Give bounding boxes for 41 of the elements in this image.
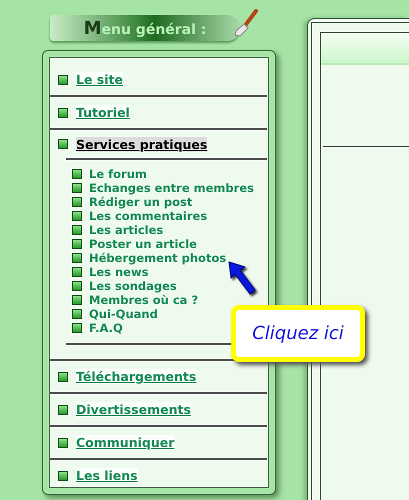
submenu-link[interactable]: Les sondages	[89, 279, 177, 293]
paintbrush-icon	[232, 9, 258, 39]
bullet-icon	[58, 404, 68, 414]
menu-link[interactable]: Le site	[76, 72, 123, 87]
submenu-link[interactable]: Echanges entre membres	[89, 181, 254, 195]
submenu-link[interactable]: Le forum	[89, 167, 147, 181]
bullet-icon	[72, 281, 82, 291]
menu-link[interactable]: Services pratiques	[76, 136, 208, 152]
submenu-link[interactable]: Qui-Quand	[89, 307, 158, 321]
bullet-icon	[72, 211, 82, 221]
bullet-icon	[72, 225, 82, 235]
bullet-icon	[58, 139, 68, 149]
submenu-link[interactable]: Les commentaires	[89, 209, 208, 223]
bullet-icon	[72, 253, 82, 263]
bullet-icon	[72, 295, 82, 305]
menu-link[interactable]: Tutoriel	[76, 105, 130, 120]
bullet-icon	[58, 438, 68, 448]
menu-link[interactable]: Divertissements	[76, 402, 191, 417]
callout-text: Cliquez ici	[252, 322, 344, 346]
submenu-link[interactable]: Poster un article	[89, 237, 197, 251]
submenu-link[interactable]: Les articles	[89, 223, 164, 237]
bullet-icon	[72, 197, 82, 207]
menu-link[interactable]: Téléchargements	[76, 369, 196, 384]
submenu-link[interactable]: F.A.Q	[89, 321, 123, 335]
menu-link[interactable]: Communiquer	[76, 435, 174, 450]
bullet-icon	[72, 183, 82, 193]
bullet-icon	[72, 309, 82, 319]
bullet-icon	[72, 239, 82, 249]
submenu-link[interactable]: Les news	[89, 265, 148, 279]
bullet-icon	[58, 108, 68, 118]
menu-title: Menu général :	[84, 16, 206, 40]
bullet-icon	[58, 74, 68, 84]
submenu-link[interactable]: Rédiger un post	[89, 195, 192, 209]
bullet-icon	[72, 267, 82, 277]
bullet-icon	[72, 169, 82, 179]
bullet-icon	[58, 372, 68, 382]
submenu-link[interactable]: Hébergement photos	[89, 251, 226, 265]
bullet-icon	[72, 323, 82, 333]
submenu-link[interactable]: Membres où ca ?	[89, 293, 198, 307]
menu-link[interactable]: Les liens	[76, 468, 138, 483]
bullet-icon	[58, 470, 68, 480]
